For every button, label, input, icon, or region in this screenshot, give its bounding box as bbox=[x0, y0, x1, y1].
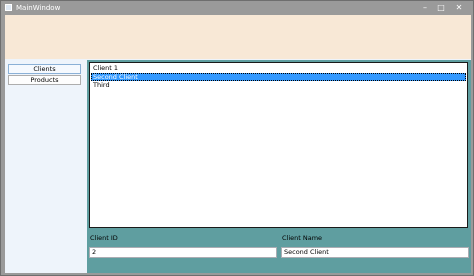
clients-nav-button[interactable]: Clients bbox=[8, 64, 81, 74]
app-icon bbox=[5, 4, 12, 11]
window-client-area: Clients Products Client 1 Second Client … bbox=[5, 15, 471, 273]
clients-view: Client 1 Second Client Third Client ID C… bbox=[87, 60, 471, 273]
products-nav-button[interactable]: Products bbox=[8, 75, 81, 85]
window-title: MainWindow bbox=[16, 4, 61, 12]
header-band bbox=[5, 15, 471, 59]
list-item[interactable]: Third bbox=[91, 81, 466, 90]
main-window: MainWindow – □ ✕ Clients Products Client… bbox=[0, 0, 474, 276]
minimize-button[interactable]: – bbox=[417, 1, 433, 15]
close-button[interactable]: ✕ bbox=[451, 1, 467, 15]
list-item[interactable]: Second Client bbox=[91, 72, 466, 81]
client-name-label: Client Name bbox=[282, 234, 323, 242]
list-item[interactable]: Client 1 bbox=[91, 64, 466, 73]
title-bar[interactable]: MainWindow – □ ✕ bbox=[1, 1, 473, 15]
navigation-panel: Clients Products bbox=[5, 62, 83, 273]
client-id-label: Client ID bbox=[90, 234, 118, 242]
clients-listbox[interactable]: Client 1 Second Client Third bbox=[89, 62, 468, 228]
client-id-field[interactable]: 2 bbox=[89, 247, 277, 258]
maximize-button[interactable]: □ bbox=[433, 1, 449, 15]
client-name-field[interactable]: Second Client bbox=[281, 247, 469, 258]
